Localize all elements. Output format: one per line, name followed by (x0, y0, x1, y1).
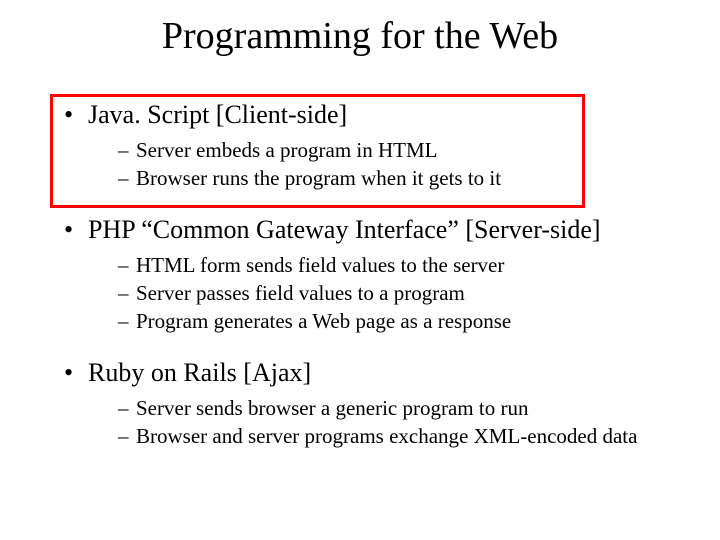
sublist-php: HTML form sends field values to the serv… (60, 251, 680, 336)
slide: Programming for the Web Java. Script [Cl… (0, 0, 720, 540)
sub-item: Server sends browser a generic program t… (118, 394, 680, 422)
sub-item: Browser and server programs exchange XML… (118, 422, 680, 450)
sub-item: Server passes field values to a program (118, 279, 680, 307)
bullet-php: PHP “Common Gateway Interface” [Server-s… (60, 215, 680, 245)
sublist-ruby: Server sends browser a generic program t… (60, 394, 680, 451)
highlight-box (50, 94, 585, 208)
sub-item: Program generates a Web page as a respon… (118, 307, 680, 335)
bullet-ruby: Ruby on Rails [Ajax] (60, 358, 680, 388)
sub-item: HTML form sends field values to the serv… (118, 251, 680, 279)
slide-title: Programming for the Web (0, 14, 720, 58)
